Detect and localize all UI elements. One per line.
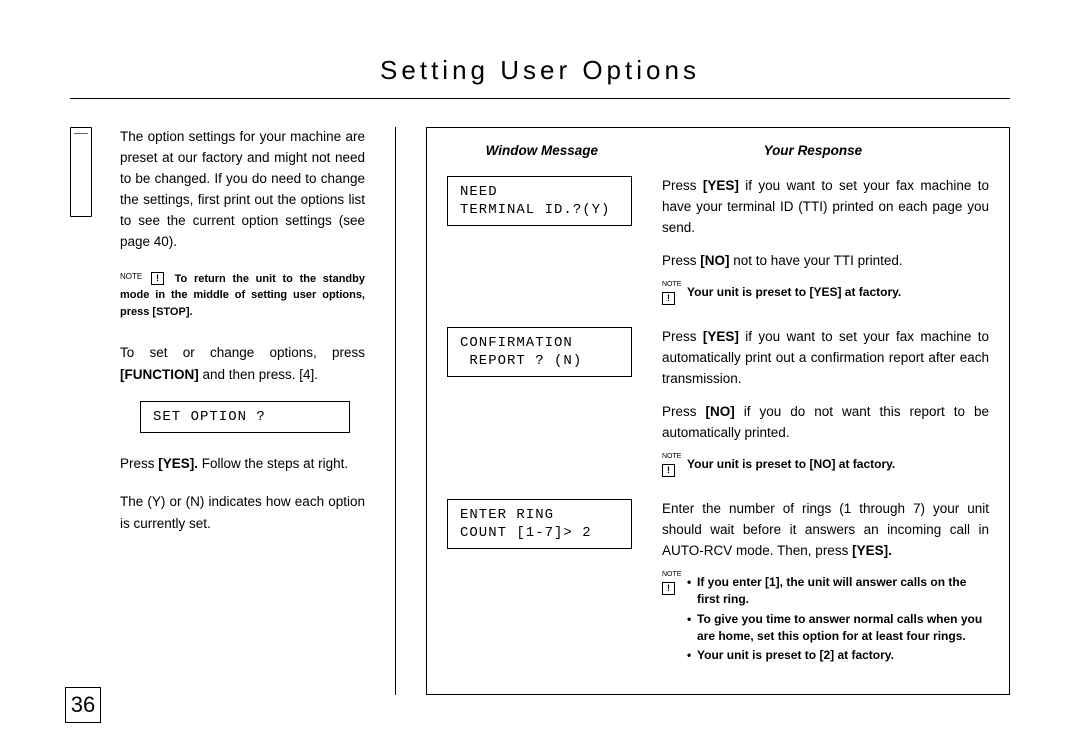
page-title: Setting User Options <box>70 55 1010 86</box>
header-your-response: Your Response <box>637 143 989 158</box>
preset-note: NOTE ! Your unit is preset to [YES] at f… <box>662 284 989 301</box>
book-spine-icon <box>70 127 92 217</box>
note-bullets: If you enter [1], the unit will answer c… <box>687 574 989 665</box>
alert-icon: ! <box>662 292 675 305</box>
header-window-message: Window Message <box>447 143 637 158</box>
page-number: 36 <box>65 687 101 723</box>
title-rule <box>70 98 1010 99</box>
response-text: Press [YES] if you want to set your fax … <box>662 327 989 390</box>
response-text: Press [NO] not to have your TTI printed. <box>662 251 989 272</box>
alert-icon: ! <box>662 464 675 477</box>
standby-note: NOTE ! To return the unit to the standby… <box>120 271 365 321</box>
option-row: NEED TERMINAL ID.?(Y) Press [YES] if you… <box>447 176 989 307</box>
lcd-set-option: SET OPTION ? <box>140 401 350 433</box>
instruction-2: Press [YES]. Follow the steps at right. <box>120 453 365 475</box>
preset-note: NOTE ! Your unit is preset to [NO] at fa… <box>662 456 989 473</box>
response-text: Enter the number of rings (1 through 7) … <box>662 499 989 562</box>
lcd-terminal-id: NEED TERMINAL ID.?(Y) <box>447 176 632 226</box>
note-label: NOTE <box>120 272 142 281</box>
alert-icon: ! <box>151 272 164 285</box>
alert-icon: ! <box>662 582 675 595</box>
option-row: ENTER RING COUNT [1-7]> 2 Enter the numb… <box>447 499 989 671</box>
intro-paragraph: The option settings for your machine are… <box>120 127 365 253</box>
left-column: The option settings for your machine are… <box>70 127 365 695</box>
column-divider <box>395 127 396 695</box>
response-text: Press [NO] if you do not want this repor… <box>662 402 989 444</box>
instruction-3: The (Y) or (N) indicates how each option… <box>120 491 365 534</box>
preset-note: NOTE ! If you enter [1], the unit will a… <box>662 574 989 665</box>
instruction-1: To set or change options, press [FUNCTIO… <box>120 342 365 385</box>
right-column: Window Message Your Response NEED TERMIN… <box>426 127 1010 695</box>
response-text: Press [YES] if you want to set your fax … <box>662 176 989 239</box>
option-row: CONFIRMATION REPORT ? (N) Press [YES] if… <box>447 327 989 479</box>
lcd-confirmation: CONFIRMATION REPORT ? (N) <box>447 327 632 377</box>
table-header: Window Message Your Response <box>447 143 989 158</box>
lcd-ring-count: ENTER RING COUNT [1-7]> 2 <box>447 499 632 549</box>
title-section: Setting User Options <box>70 55 1010 99</box>
